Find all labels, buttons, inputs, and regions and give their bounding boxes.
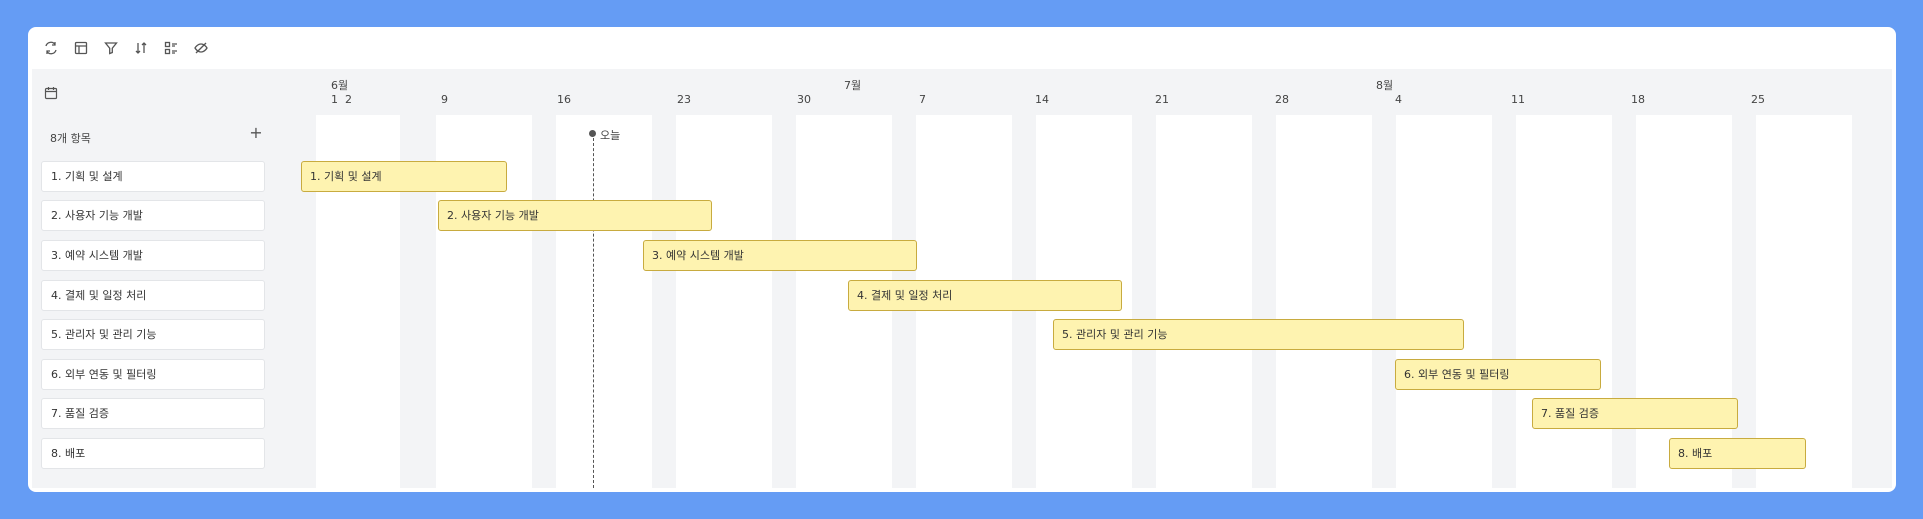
day-label: 23 (677, 93, 691, 106)
timeline-body: 오늘 1. 기획 및 설계 2. 사용자 기능 개발 3. 예약 시스템 개발 … (282, 115, 1892, 488)
task-row[interactable]: 1. 기획 및 설계 (41, 161, 265, 192)
task-bar[interactable]: 5. 관리자 및 관리 기능 (1053, 319, 1464, 350)
today-marker (589, 130, 596, 137)
day-label: 14 (1035, 93, 1049, 106)
task-row[interactable]: 4. 결제 및 일정 처리 (41, 280, 265, 311)
day-label: 21 (1155, 93, 1169, 106)
month-label-july: 7월 (844, 79, 862, 92)
day-label: 28 (1275, 93, 1289, 106)
day-label: 1 (331, 93, 338, 106)
today-line (593, 133, 594, 488)
week-stripe (676, 115, 772, 488)
group-icon[interactable] (163, 40, 179, 56)
refresh-icon[interactable] (43, 40, 59, 56)
task-row[interactable]: 7. 품질 검증 (41, 398, 265, 429)
week-stripe (1516, 115, 1612, 488)
week-stripe (1156, 115, 1252, 488)
items-count: 8개 항목 (50, 132, 91, 145)
day-label: 30 (797, 93, 811, 106)
task-bar[interactable]: 3. 예약 시스템 개발 (643, 240, 917, 271)
sort-icon[interactable] (133, 40, 149, 56)
day-label: 2 (345, 93, 352, 106)
task-row[interactable]: 8. 배포 (41, 438, 265, 469)
month-label-august: 8월 (1376, 79, 1394, 92)
add-item-button[interactable]: + (248, 125, 264, 141)
today-label: 오늘 (600, 129, 621, 142)
task-row[interactable]: 5. 관리자 및 관리 기능 (41, 319, 265, 350)
task-bar[interactable]: 8. 배포 (1669, 438, 1806, 469)
calendar-icon[interactable] (44, 85, 58, 100)
task-bar[interactable]: 6. 외부 연동 및 필터링 (1395, 359, 1601, 390)
task-row[interactable]: 6. 외부 연동 및 필터링 (41, 359, 265, 390)
task-bar[interactable]: 4. 결제 및 일정 처리 (848, 280, 1122, 311)
task-list: 8개 항목 + 1. 기획 및 설계 2. 사용자 기능 개발 3. 예약 시스… (32, 115, 282, 488)
toolbar (28, 27, 1896, 69)
day-label: 11 (1511, 93, 1525, 106)
week-stripe (556, 115, 652, 488)
month-label-june: 6월 (331, 79, 349, 92)
day-label: 9 (441, 93, 448, 106)
task-row[interactable]: 2. 사용자 기능 개발 (41, 200, 265, 231)
day-label: 18 (1631, 93, 1645, 106)
day-label: 25 (1751, 93, 1765, 106)
gantt-grid: 6월 7월 8월 1 2 9 16 23 30 7 14 21 28 4 11 … (32, 69, 1892, 488)
week-stripe (1396, 115, 1492, 488)
week-stripe (1636, 115, 1732, 488)
hide-icon[interactable] (193, 40, 209, 56)
task-bar[interactable]: 2. 사용자 기능 개발 (438, 200, 712, 231)
week-stripe (1756, 115, 1852, 488)
week-stripe (1276, 115, 1372, 488)
table-icon[interactable] (73, 40, 89, 56)
task-bar[interactable]: 7. 품질 검증 (1532, 398, 1738, 429)
gantt-card: 6월 7월 8월 1 2 9 16 23 30 7 14 21 28 4 11 … (28, 27, 1896, 492)
task-bar[interactable]: 1. 기획 및 설계 (301, 161, 507, 192)
day-label: 4 (1395, 93, 1402, 106)
filter-icon[interactable] (103, 40, 119, 56)
timeline-header: 6월 7월 8월 1 2 9 16 23 30 7 14 21 28 4 11 … (282, 69, 1892, 115)
task-row[interactable]: 3. 예약 시스템 개발 (41, 240, 265, 271)
day-label: 7 (919, 93, 926, 106)
day-label: 16 (557, 93, 571, 106)
sidebar-header (32, 69, 282, 115)
